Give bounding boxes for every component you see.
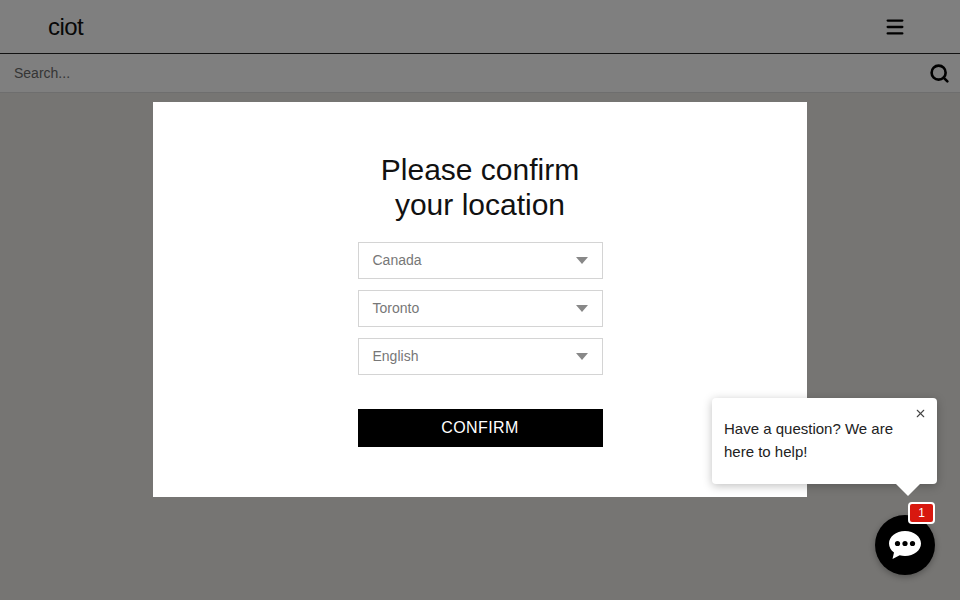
- location-select[interactable]: Toronto: [358, 290, 603, 327]
- confirm-button[interactable]: CONFIRM: [358, 409, 603, 447]
- select-value: Canada: [373, 250, 422, 271]
- dropdown-arrow-icon: [576, 353, 588, 360]
- modal-overlay: Please confirm your location Canada Toront…: [0, 0, 960, 600]
- chat-icon: [887, 529, 923, 561]
- chat-prompt-bubble: Have a question? We are here to help!: [712, 398, 937, 484]
- chat-prompt-text: Have a question? We are here to help!: [724, 417, 915, 463]
- dropdown-arrow-icon: [576, 257, 588, 264]
- page: ciotSearch...Please confirm your locatio…: [0, 0, 960, 600]
- bubble-tail: [895, 483, 921, 496]
- unread-badge: 1: [908, 502, 935, 524]
- dropdown-arrow-icon: [576, 305, 588, 312]
- select-list: Canada Toronto English: [358, 242, 603, 375]
- select-value: Toronto: [373, 298, 420, 319]
- location-select[interactable]: Canada: [358, 242, 603, 279]
- location-select[interactable]: English: [358, 338, 603, 375]
- modal-title: Please confirm your location: [355, 152, 605, 222]
- close-icon[interactable]: [914, 407, 927, 420]
- location-modal: Please confirm your location Canada Toront…: [153, 102, 807, 497]
- select-value: English: [373, 346, 419, 367]
- chat-button[interactable]: [875, 515, 935, 575]
